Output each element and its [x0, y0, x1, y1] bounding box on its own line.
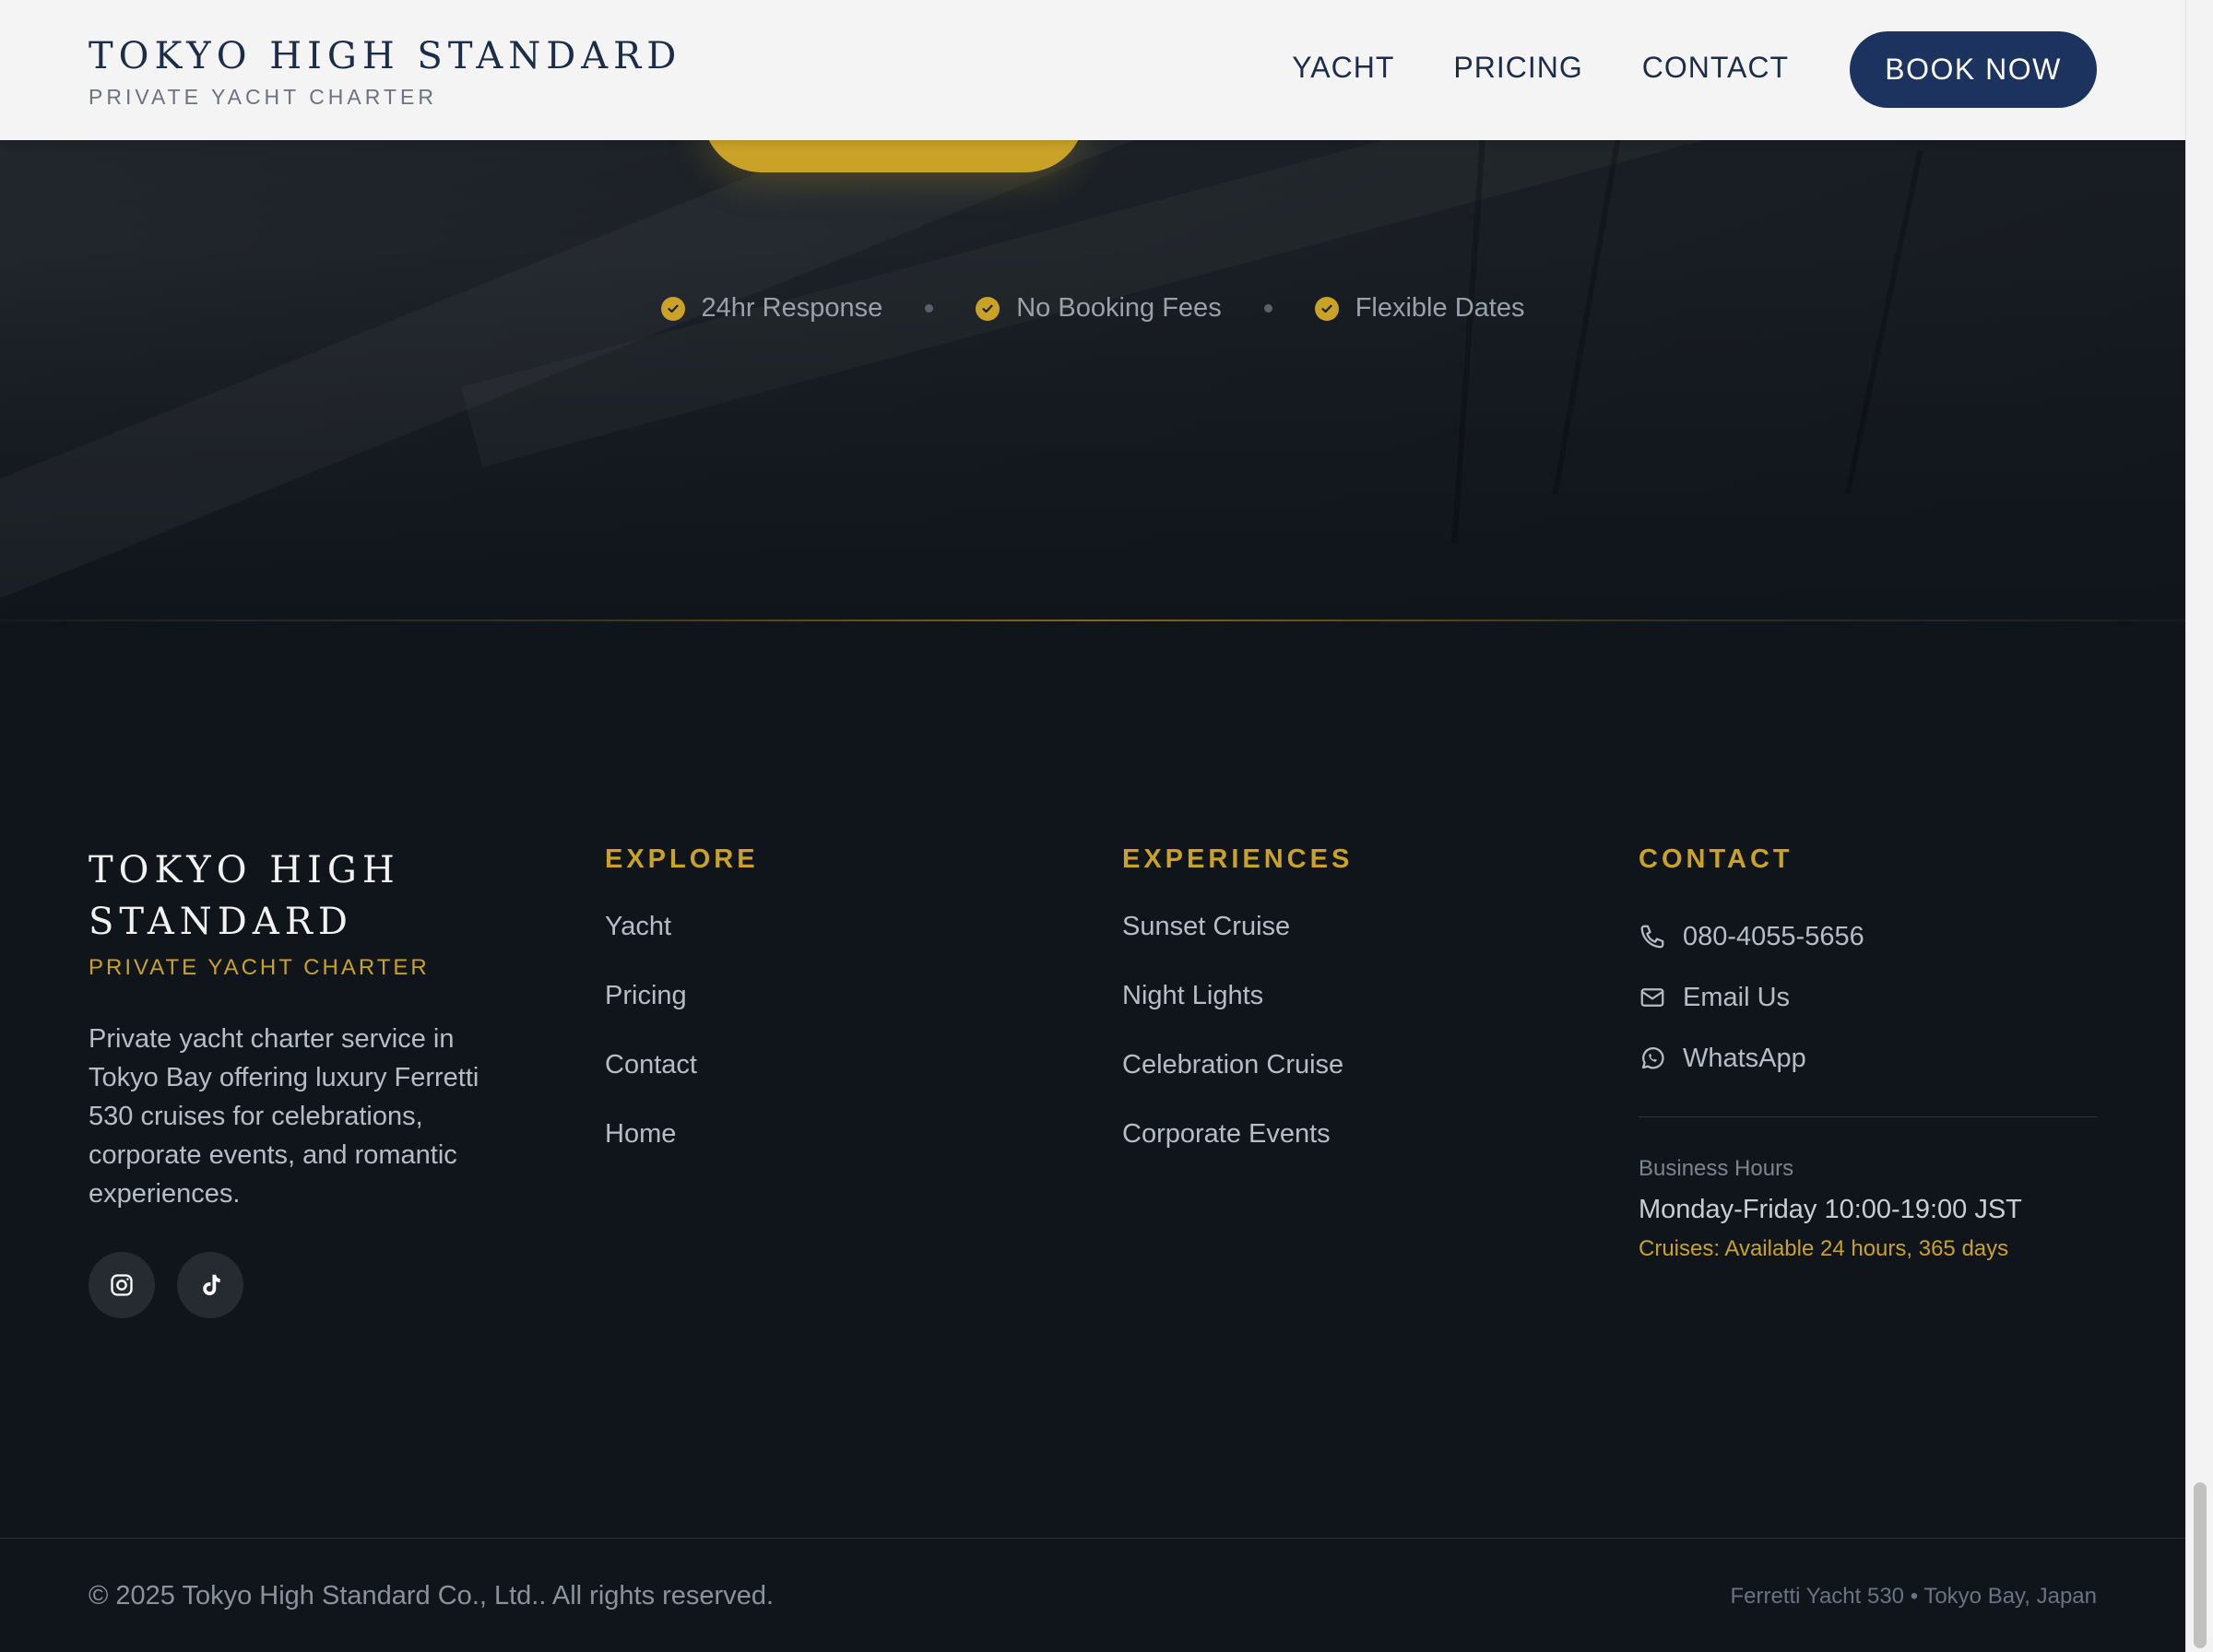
footer-bottom-bar: © 2025 Tokyo High Standard Co., Ltd.. Al… [0, 1538, 2185, 1652]
nav-link-yacht[interactable]: YACHT [1292, 51, 1394, 85]
location-text: Ferretti Yacht 530 • Tokyo Bay, Japan [1730, 1584, 2097, 1609]
footer-experiences-column: EXPERIENCES Sunset Cruise Night Lights C… [1122, 844, 1353, 1186]
footer-link-celebration-cruise[interactable]: Celebration Cruise [1122, 1048, 1353, 1117]
trust-item: Flexible Dates [1314, 293, 1525, 324]
contact-whatsapp: WhatsApp [1683, 1043, 1806, 1073]
instagram-icon [111, 1274, 133, 1296]
main-nav: YACHT PRICING CONTACT [1292, 51, 1789, 85]
nav-link-pricing[interactable]: PRICING [1453, 51, 1582, 85]
contact-divider [1639, 1116, 2097, 1117]
business-hours-label: Business Hours [1639, 1156, 1794, 1181]
scrollbar-thumb[interactable] [2194, 1482, 2207, 1648]
brand-tagline: PRIVATE YACHT CHARTER [89, 85, 437, 109]
footer-link-contact[interactable]: Contact [605, 1048, 759, 1117]
check-circle-icon [660, 296, 685, 321]
contact-email-link[interactable]: Email Us [1639, 967, 2097, 1028]
contact-heading: CONTACT [1639, 844, 1793, 874]
contact-phone-link[interactable]: 080-4055-5656 [1639, 906, 2097, 967]
footer-brand-name-line: TOKYO HIGH [89, 849, 400, 891]
explore-heading: EXPLORE [605, 844, 759, 874]
brand-name: TOKYO HIGH STANDARD [89, 35, 682, 77]
tiktok-link[interactable] [177, 1252, 243, 1318]
footer-brand-tagline: PRIVATE YACHT CHARTER [89, 955, 430, 980]
trust-item: 24hr Response [660, 293, 883, 324]
footer-link-corporate-events[interactable]: Corporate Events [1122, 1117, 1353, 1186]
site-header: TOKYO HIGH STANDARD PRIVATE YACHT CHARTE… [0, 0, 2185, 140]
experiences-links: Sunset Cruise Night Lights Celebration C… [1122, 910, 1353, 1186]
footer-explore-column: EXPLORE Yacht Pricing Contact Home [605, 844, 759, 1186]
cruise-availability-note: Cruises: Available 24 hours, 365 days [1639, 1236, 2009, 1261]
footer-link-sunset-cruise[interactable]: Sunset Cruise [1122, 910, 1353, 979]
check-circle-icon [976, 296, 1000, 321]
instagram-link[interactable] [89, 1252, 155, 1318]
trust-label: 24hr Response [701, 293, 883, 323]
contact-whatsapp-link[interactable]: WhatsApp [1639, 1028, 2097, 1089]
explore-links: Yacht Pricing Contact Home [605, 910, 759, 1186]
contact-phone: 080-4055-5656 [1683, 921, 1864, 951]
brand-logo[interactable]: TOKYO HIGH STANDARD PRIVATE YACHT CHARTE… [89, 35, 681, 110]
trust-badges: 24hr Response No Booking Fees Flexible D… [0, 293, 2185, 324]
business-hours-value: Monday-Friday 10:00-19:00 JST [1639, 1195, 2022, 1224]
copyright-text: © 2025 Tokyo High Standard Co., Ltd.. Al… [89, 1581, 775, 1611]
contact-links: 080-4055-5656 Email Us WhatsApp [1639, 906, 2097, 1089]
footer-link-home[interactable]: Home [605, 1117, 759, 1186]
trust-label: Flexible Dates [1355, 293, 1525, 323]
tiktok-icon [203, 1274, 220, 1295]
contact-email: Email Us [1683, 982, 1791, 1012]
separator-dot [1263, 304, 1272, 313]
footer-description: Private yacht charter service in Tokyo B… [89, 1024, 479, 1209]
footer-brand-column: TOKYO HIGH STANDARD PRIVATE YACHT CHARTE… [89, 844, 522, 1318]
section-divider [0, 620, 2185, 621]
footer-brand-name: TOKYO HIGH STANDARD [89, 844, 522, 948]
separator-dot [925, 304, 934, 313]
page-scrollbar[interactable] [2185, 0, 2213, 1652]
footer-link-yacht[interactable]: Yacht [605, 910, 759, 979]
social-links [89, 1252, 522, 1318]
nav-link-contact[interactable]: CONTACT [1642, 51, 1789, 85]
whatsapp-icon [1641, 1047, 1664, 1069]
experiences-heading: EXPERIENCES [1122, 844, 1354, 874]
trust-label: No Booking Fees [1016, 293, 1222, 323]
footer-link-night-lights[interactable]: Night Lights [1122, 979, 1353, 1048]
phone-icon [1640, 925, 1664, 949]
footer-brand-name-line: STANDARD [89, 901, 353, 943]
trust-item: No Booking Fees [976, 293, 1222, 324]
book-now-button[interactable]: BOOK NOW [1850, 31, 2097, 108]
footer-link-pricing[interactable]: Pricing [605, 979, 759, 1048]
footer-contact-column: CONTACT 080-4055-5656 Email Us WhatsApp … [1639, 844, 2097, 1262]
mail-icon [1640, 988, 1664, 1007]
check-circle-icon [1314, 296, 1339, 321]
